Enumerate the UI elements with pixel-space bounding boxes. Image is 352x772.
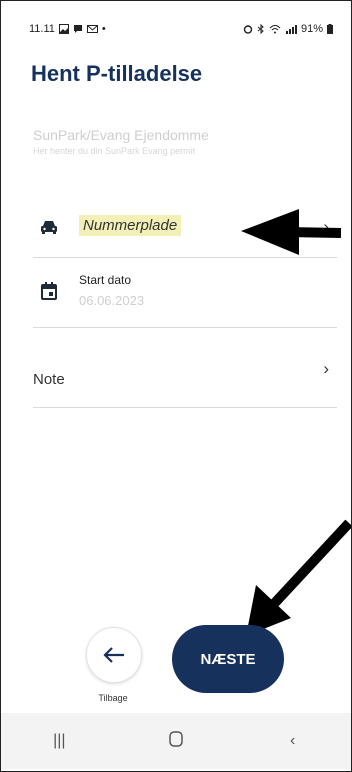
start-date-value[interactable]: 06.06.2023 bbox=[79, 293, 144, 308]
page-title: Hent P-tilladelse bbox=[31, 61, 203, 86]
plate-input[interactable]: Nummerplade bbox=[79, 215, 182, 236]
clock: 11.11 bbox=[29, 23, 55, 35]
alarm-icon bbox=[243, 25, 253, 34]
status-bar: 11.11 • 91% bbox=[29, 21, 333, 37]
car-icon bbox=[39, 217, 59, 237]
calendar-icon bbox=[39, 281, 59, 301]
chat-icon bbox=[73, 25, 82, 33]
plate-row[interactable]: Nummerplade › bbox=[33, 199, 337, 258]
site-subtitle: Her henter du din SunPark Evang permit bbox=[33, 146, 196, 156]
site-name: SunPark/Evang Ejendomme bbox=[33, 127, 209, 143]
battery-percent: 91% bbox=[300, 23, 323, 35]
start-date-row[interactable]: Start dato 06.06.2023 bbox=[33, 259, 337, 328]
chevron-right-icon: › bbox=[323, 217, 329, 236]
gallery-icon bbox=[58, 24, 69, 34]
bluetooth-icon bbox=[257, 24, 264, 34]
site-info: SunPark/Evang Ejendomme Her henter du di… bbox=[33, 127, 333, 156]
arrow-left-icon bbox=[103, 647, 124, 663]
chevron-right-icon: › bbox=[323, 359, 329, 378]
back-nav-icon[interactable]: ‹ bbox=[273, 732, 313, 750]
next-button[interactable]: NÆSTE bbox=[172, 625, 284, 693]
back-label: Tilbage bbox=[98, 693, 128, 703]
back-button[interactable] bbox=[86, 627, 142, 683]
phone-screen: 11.11 • 91% Hent P-tilladelse SunPark/Ev… bbox=[0, 0, 352, 772]
signal-icon bbox=[285, 25, 297, 34]
home-icon[interactable] bbox=[156, 730, 196, 752]
arrow-to-next-icon bbox=[246, 519, 351, 636]
recents-icon[interactable]: ||| bbox=[39, 732, 79, 750]
dot-icon: • bbox=[101, 23, 106, 35]
wifi-icon bbox=[269, 25, 281, 34]
start-date-label: Start dato bbox=[79, 273, 132, 287]
note-row[interactable]: Note › bbox=[33, 349, 337, 408]
battery-icon bbox=[327, 24, 333, 34]
system-nav-bar: ||| ‹ bbox=[1, 713, 351, 769]
note-label: Note bbox=[33, 371, 65, 388]
mail-icon bbox=[86, 25, 98, 33]
